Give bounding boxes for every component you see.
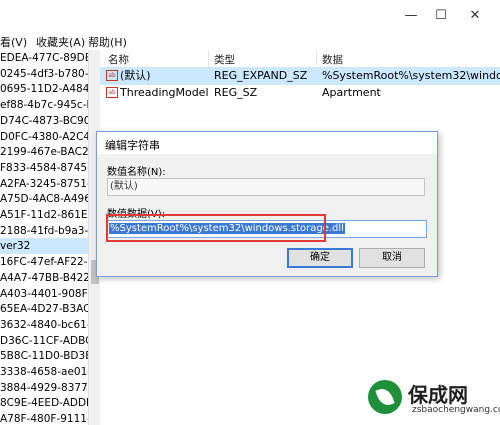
menu-bar: 看(V) 收藏夹(A) 帮助(H) [0,32,500,50]
dialog-title-bar[interactable]: 编辑字符串 [97,132,437,154]
table-row[interactable]: ab (默认) REG_EXPAND_SZ %SystemRoot%\syste… [100,67,500,85]
column-header-name[interactable]: 名称 [108,52,129,67]
column-divider[interactable] [316,50,317,66]
tree-item[interactable]: 2188-41fd-b9a3-0c [0,223,88,239]
list-header: 名称 类型 数据 [100,50,500,66]
tree-item[interactable]: A4A7-47BB-B422- [0,270,88,286]
table-row[interactable]: ab ThreadingModel REG_SZ Apartment [100,84,500,102]
close-icon[interactable]: ✕ [466,8,484,24]
value-type: REG_SZ [214,86,258,99]
cancel-button[interactable]: 取消 [359,248,425,268]
menu-help[interactable]: 帮助(H) [88,34,127,50]
tree-item[interactable]: 8C9E-4EED-ADDD [0,395,88,411]
value-data-label: 数值数据(V): [107,209,166,220]
tree-item[interactable]: 3338-4658-ae01-0 [0,364,88,380]
string-value-icon: ab [106,87,118,98]
tree-item[interactable]: EDEA-477C-89DB- [0,50,88,66]
registry-tree[interactable]: EDEA-477C-89DB- 0245-4df3-b780-3 0695-11D2… [0,50,88,425]
watermark-url: zsbaochengwang.com [412,405,500,415]
edit-string-dialog: 编辑字符串 数值名称(N): (默认) 数值数据(V): %SystemRoot… [96,131,438,277]
value-data: Apartment [322,86,381,99]
minimize-icon[interactable]: — [402,8,420,24]
menu-view[interactable]: 看(V) [0,34,27,50]
tree-item[interactable]: 65EA-4D27-B3AC-8 [0,301,88,317]
tree-item[interactable]: ver32 [0,238,88,255]
column-header-data[interactable]: 数据 [322,52,343,67]
ok-button[interactable]: 确定 [287,248,353,268]
tree-item[interactable]: D74C-4873-BC90- [0,113,88,129]
tree-item[interactable]: A75D-4AC8-A496 [0,191,88,207]
tree-item[interactable]: D36C-11CF-ADBC- [0,333,88,349]
value-name-field: (默认) [107,178,425,196]
title-bar: — ☐ ✕ [0,0,500,32]
tree-item[interactable]: 5B8C-11D0-BD3B- [0,348,88,364]
value-data: %SystemRoot%\system32\window [322,69,500,82]
tree-item[interactable]: 0245-4df3-b780-3 [0,66,88,82]
tree-item[interactable]: A51F-11d2-861E-C [0,207,88,223]
watermark-brand: 保成网 [408,383,468,407]
tree-item[interactable]: D0FC-4380-A2C4- [0,129,88,145]
value-name: ThreadingModel [120,86,209,99]
value-type: REG_EXPAND_SZ [214,69,308,82]
tree-item[interactable]: 0695-11D2-A484-( [0,81,88,97]
tree-item[interactable]: A403-4401-908F-F [0,286,88,302]
value-name-label: 数值名称(N): [107,167,166,178]
value-data-input[interactable]: %SystemRoot%\system32\windows.storage.dl… [107,220,427,238]
column-header-type[interactable]: 类型 [214,52,235,67]
column-divider[interactable] [208,50,209,66]
value-name: (默认) [120,69,151,82]
dialog-title: 编辑字符串 [105,139,160,152]
string-value-icon: ab [106,70,118,81]
leaf-icon [375,386,395,408]
tree-item[interactable]: A2FA-3245-8751-E [0,176,88,192]
tree-item[interactable]: 3632-4840-bc61-3 [0,317,88,333]
tree-item[interactable]: 16FC-47ef-AF22-D [0,254,88,270]
tree-item[interactable]: A78F-480F-9111-9 [0,411,88,425]
tree-item[interactable]: F833-4584-8745-C [0,160,88,176]
maximize-icon[interactable]: ☐ [432,8,450,24]
menu-favorites[interactable]: 收藏夹(A) [36,34,85,50]
tree-item[interactable]: 2199-467e-BAC2- [0,144,88,160]
tree-item[interactable]: 3884-4929-8377-D [0,380,88,396]
brand-logo-icon [368,380,402,414]
value-data-selected-text: %SystemRoot%\system32\windows.storage.dl… [109,223,345,234]
tree-item[interactable]: ef88-4b7c-945c-b [0,97,88,113]
